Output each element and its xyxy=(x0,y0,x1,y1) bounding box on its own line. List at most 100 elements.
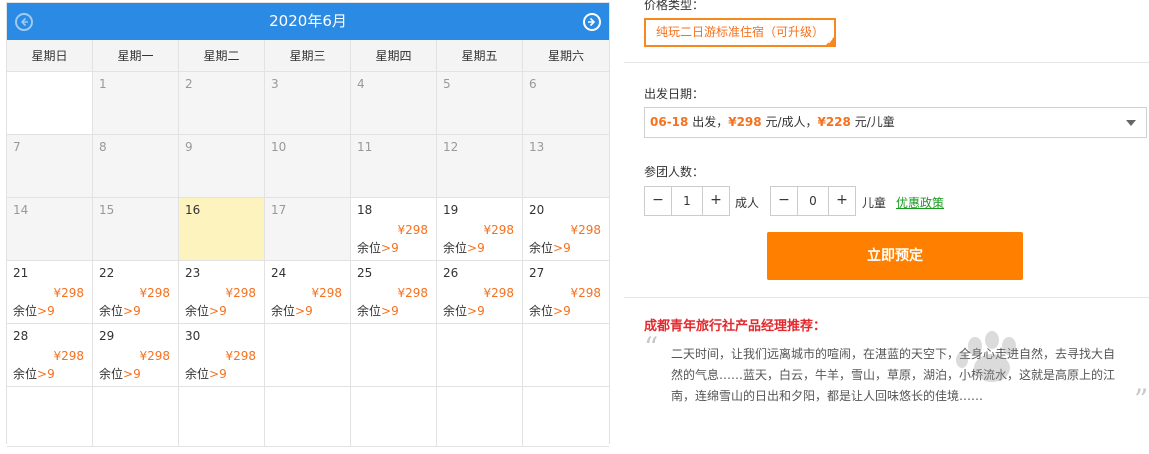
calendar-empty-cell xyxy=(351,387,437,447)
calendar-empty-cell xyxy=(7,387,93,447)
day-number: 27 xyxy=(529,266,545,280)
day-stock: 余位>9 xyxy=(529,302,571,319)
day-number: 26 xyxy=(443,266,459,280)
discount-policy-link[interactable]: 优惠政策 xyxy=(896,194,944,211)
calendar-day-available[interactable]: 24 ¥298 余位>9 xyxy=(265,261,351,324)
calendar-day-available[interactable]: 19 ¥298 余位>9 xyxy=(437,198,523,261)
child-price: ¥228 xyxy=(817,115,851,129)
day-number: 6 xyxy=(529,77,537,91)
day-number: 15 xyxy=(99,203,115,217)
stock-value: >9 xyxy=(37,367,55,381)
day-number: 3 xyxy=(271,77,279,91)
day-price: ¥298 xyxy=(139,286,170,300)
calendar-empty-cell xyxy=(351,324,437,387)
calendar-day-unavailable: 9 xyxy=(179,135,265,198)
stock-label: 余位 xyxy=(99,304,124,318)
stock-label: 余位 xyxy=(271,304,296,318)
calendar-day-unavailable: 15 xyxy=(93,198,179,261)
weekday-label: 星期一 xyxy=(93,40,179,72)
calendar-empty-cell xyxy=(523,387,609,447)
adult-plus-button[interactable]: + xyxy=(703,187,729,215)
day-price: ¥298 xyxy=(397,223,428,237)
calendar-header: 2020年6月 xyxy=(7,3,609,40)
child-minus-button[interactable]: − xyxy=(771,187,797,215)
calendar-day-available[interactable]: 28 ¥298 余位>9 xyxy=(7,324,93,387)
day-number: 23 xyxy=(185,266,201,280)
calendar-empty-cell xyxy=(179,387,265,447)
stock-label: 余位 xyxy=(357,304,382,318)
stock-value: >9 xyxy=(467,304,485,318)
calendar-day-available[interactable]: 18 ¥298 余位>9 xyxy=(351,198,437,261)
day-price: ¥298 xyxy=(570,286,601,300)
calendar-grid: 1 2 3 4 5 6 7 8 9 10 11 12 13 14 15 16 17 18 ¥298 余位>9 19 ¥29… xyxy=(7,72,609,447)
calendar-day-unavailable: 14 xyxy=(7,198,93,261)
price-type-option-label: 纯玩二日游标准住宿（可升级） xyxy=(656,25,825,39)
calendar-day-unavailable: 5 xyxy=(437,72,523,135)
day-stock: 余位>9 xyxy=(13,365,55,382)
day-number: 17 xyxy=(271,203,287,217)
child-plus-button[interactable]: + xyxy=(829,187,855,215)
day-number: 12 xyxy=(443,140,459,154)
calendar-day-unavailable: 17 xyxy=(265,198,351,261)
day-price: ¥298 xyxy=(311,286,342,300)
day-number: 22 xyxy=(99,266,115,280)
day-number: 20 xyxy=(529,203,545,217)
next-month-icon[interactable] xyxy=(583,13,601,31)
calendar-day-available[interactable]: 26 ¥298 余位>9 xyxy=(437,261,523,324)
day-stock: 余位>9 xyxy=(99,302,141,319)
calendar-empty-cell xyxy=(265,324,351,387)
divider xyxy=(624,297,1149,298)
price-type-option[interactable]: 纯玩二日游标准住宿（可升级） ✓ xyxy=(644,18,836,47)
day-stock: 余位>9 xyxy=(185,365,227,382)
calendar-empty-cell xyxy=(437,387,523,447)
open-quote-icon: “ xyxy=(644,331,659,364)
calendar-month-title: 2020年6月 xyxy=(269,12,347,30)
calendar-day-available[interactable]: 23 ¥298 余位>9 xyxy=(179,261,265,324)
calendar-day-unavailable: 10 xyxy=(265,135,351,198)
day-number: 19 xyxy=(443,203,459,217)
calendar-day-available[interactable]: 22 ¥298 余位>9 xyxy=(93,261,179,324)
close-quote-icon: ” xyxy=(1134,383,1149,416)
calendar-day-unavailable: 12 xyxy=(437,135,523,198)
stock-value: >9 xyxy=(209,304,227,318)
day-price: ¥298 xyxy=(139,349,170,363)
stock-value: >9 xyxy=(37,304,55,318)
day-price: ¥298 xyxy=(483,286,514,300)
day-number: 18 xyxy=(357,203,373,217)
adult-unit-label: 成人 xyxy=(735,196,760,210)
day-price: ¥298 xyxy=(53,286,84,300)
chevron-down-icon xyxy=(1126,120,1136,126)
child-count-input[interactable]: 0 xyxy=(797,187,829,215)
recommendation-text: 二天时间，让我们远离城市的喧闹，在湛蓝的天空下，全身心走进自然，去寻找大自然的气… xyxy=(671,347,1116,403)
stock-label: 余位 xyxy=(443,241,468,255)
day-number: 28 xyxy=(13,329,29,343)
child-price-unit: 元/儿童 xyxy=(850,115,895,129)
day-price: ¥298 xyxy=(225,349,256,363)
day-price: ¥298 xyxy=(483,223,514,237)
calendar-day-available[interactable]: 20 ¥298 余位>9 xyxy=(523,198,609,261)
day-number: 14 xyxy=(13,203,29,217)
day-number: 25 xyxy=(357,266,373,280)
calendar-day-available[interactable]: 25 ¥298 余位>9 xyxy=(351,261,437,324)
day-stock: 余位>9 xyxy=(443,302,485,319)
adult-count-input[interactable]: 1 xyxy=(671,187,703,215)
calendar-empty-cell xyxy=(265,387,351,447)
book-now-button[interactable]: 立即预定 xyxy=(767,232,1023,280)
calendar-day-available[interactable]: 27 ¥298 余位>9 xyxy=(523,261,609,324)
adult-minus-button[interactable]: − xyxy=(645,187,671,215)
calendar-empty-cell xyxy=(7,72,93,135)
day-number: 16 xyxy=(185,203,201,217)
day-stock: 余位>9 xyxy=(99,365,141,382)
day-number: 13 xyxy=(529,140,545,154)
day-number: 2 xyxy=(185,77,193,91)
day-stock: 余位>9 xyxy=(271,302,313,319)
calendar-day-available[interactable]: 29 ¥298 余位>9 xyxy=(93,324,179,387)
day-price: ¥298 xyxy=(225,286,256,300)
calendar-day-available[interactable]: 30 ¥298 余位>9 xyxy=(179,324,265,387)
group-size-label: 参团人数： xyxy=(644,165,705,179)
weekday-label: 星期六 xyxy=(547,49,584,63)
departure-date-select[interactable]: 06-18 出发，¥298 元/成人，¥228 元/儿童 xyxy=(644,107,1147,138)
stock-label: 余位 xyxy=(443,304,468,318)
calendar-day-available[interactable]: 21 ¥298 余位>9 xyxy=(7,261,93,324)
day-stock: 余位>9 xyxy=(357,239,399,256)
